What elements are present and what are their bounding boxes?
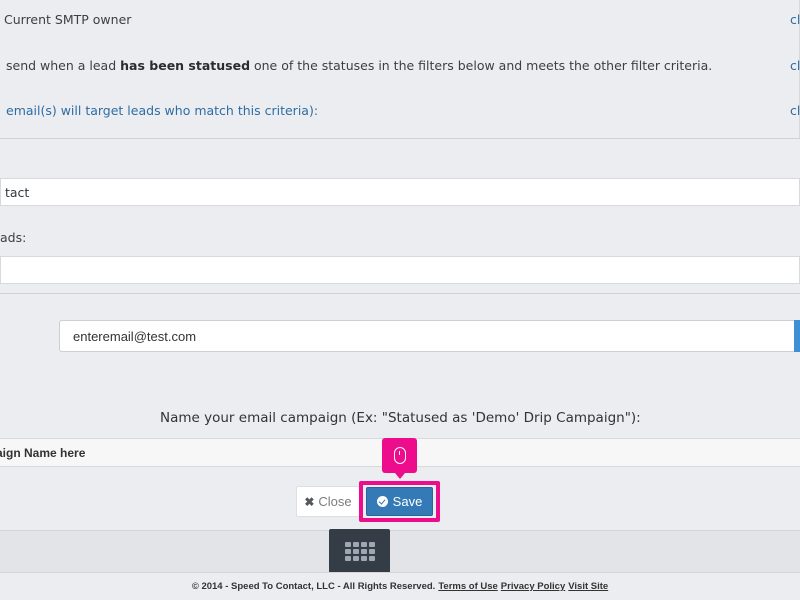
close-button[interactable]: ✖ Close — [296, 486, 360, 517]
grid-icon — [344, 541, 351, 547]
bottom-bar — [0, 530, 800, 572]
grid-icon — [368, 548, 375, 554]
trigger-text-pre: send when a lead — [6, 58, 121, 73]
save-button-label: Save — [392, 494, 423, 509]
right-edge-link-3[interactable]: cl — [790, 103, 800, 118]
divider — [0, 293, 800, 294]
footer: © 2014 - Speed To Contact, LLC - All Rig… — [0, 572, 800, 600]
click-indicator — [382, 438, 417, 479]
close-button-label: Close — [318, 494, 352, 509]
terms-link[interactable]: Terms of Use — [438, 581, 497, 592]
grid-icon — [352, 548, 359, 554]
campaign-name-label: Name your email campaign (Ex: "Statused … — [160, 410, 641, 426]
contact-field-value: tact — [5, 184, 30, 200]
email-field[interactable]: enteremail@test.com — [59, 320, 796, 352]
target-criteria-link[interactable]: email(s) will target leads who match thi… — [6, 103, 318, 118]
grid-icon — [352, 555, 359, 561]
trigger-text-bold: has been statused — [120, 58, 251, 73]
right-edge-link-1[interactable]: cl — [790, 12, 800, 27]
grid-icon — [368, 541, 375, 547]
save-button[interactable]: Save — [366, 487, 433, 516]
close-icon: ✖ — [304, 494, 315, 509]
mouse-icon — [393, 447, 406, 464]
footer-copyright: © 2014 - Speed To Contact, LLC - All Rig… — [191, 581, 436, 592]
grid-icon — [360, 548, 367, 554]
grid-icon — [368, 555, 375, 561]
trigger-text-post: one of the statuses in the filters below… — [250, 58, 713, 73]
contact-field[interactable]: tact — [0, 178, 800, 206]
trigger-description: send when a lead has been statused one o… — [6, 58, 712, 73]
apps-grid-button[interactable] — [329, 529, 390, 573]
grid-icon — [360, 541, 367, 547]
page: Current SMTP owner send when a lead has … — [0, 0, 800, 600]
privacy-link[interactable]: Privacy Policy — [501, 581, 565, 592]
email-field-addon[interactable] — [794, 320, 800, 352]
leads-label: ads: — [0, 230, 27, 245]
grid-icon — [344, 548, 351, 554]
grid-icon — [360, 555, 367, 561]
campaign-name-placeholder: aign Name here — [0, 445, 86, 460]
grid-icon — [344, 555, 351, 561]
right-edge-link-2[interactable]: cl — [790, 58, 800, 73]
visit-site-link[interactable]: Visit Site — [568, 581, 608, 592]
leads-field[interactable] — [0, 256, 800, 284]
grid-icon — [352, 541, 359, 547]
rules-panel: Current SMTP owner send when a lead has … — [0, 0, 800, 138]
owner-text: Current SMTP owner — [4, 12, 132, 27]
check-circle-icon — [376, 496, 388, 507]
email-field-value: enteremail@test.com — [73, 328, 197, 344]
divider — [0, 138, 800, 139]
